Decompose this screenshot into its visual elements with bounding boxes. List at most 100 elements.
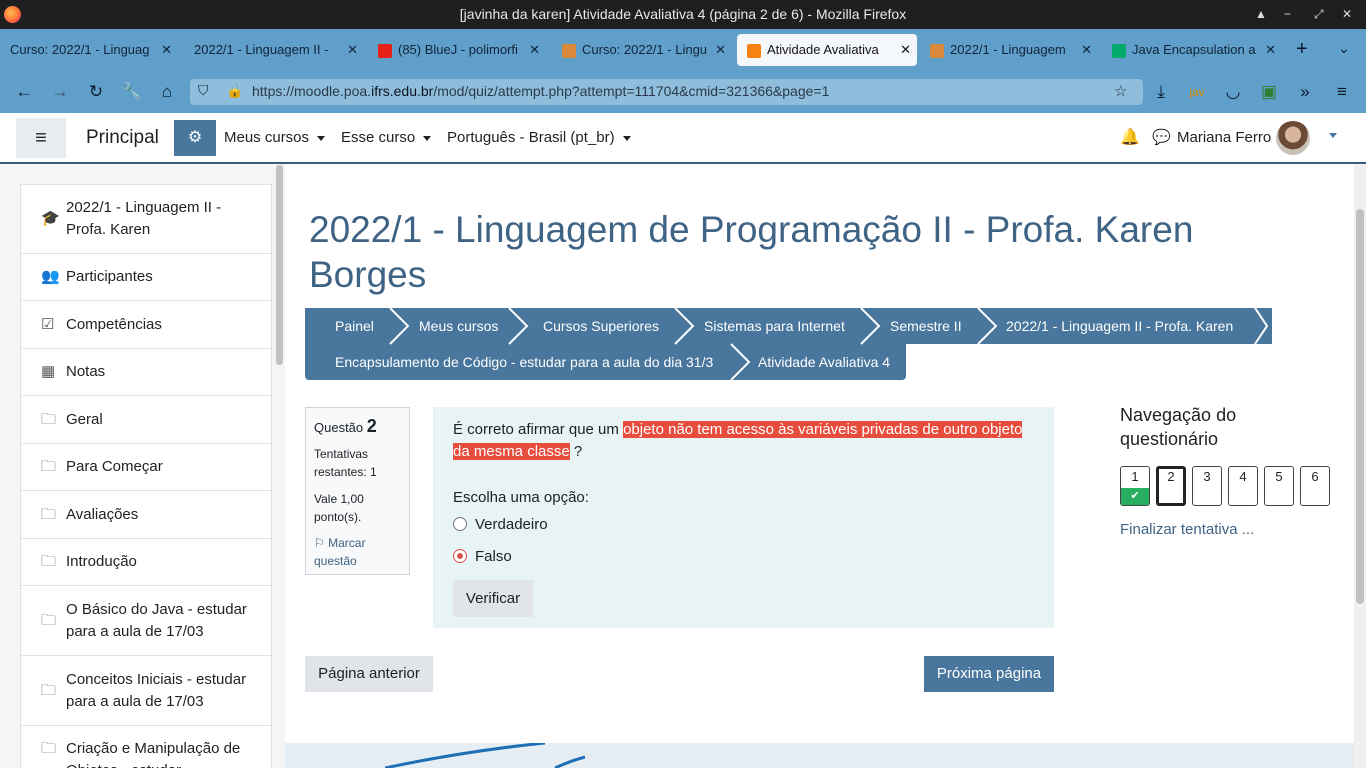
wrench-icon[interactable]: 🔧 — [120, 81, 144, 103]
graduation-cap-icon: 🎓 — [41, 210, 60, 227]
sidebar-item-basico-java[interactable]: 🗀 O Básico do Java - estudar para a aula … — [20, 586, 272, 656]
sidebar-item-course[interactable]: 🎓 2022/1 - Linguagem II - Profa. Karen — [20, 184, 272, 254]
user-name[interactable]: Mariana Ferro — [1177, 129, 1271, 146]
back-icon[interactable]: ← — [12, 81, 36, 103]
url-bar[interactable]: ⛉ 🔒 https://moodle.poa.ifrs.edu.br/mod/q… — [190, 79, 1143, 105]
tab-label: Curso: 2022/1 - Linguag — [10, 42, 150, 57]
avatar[interactable] — [1276, 121, 1310, 155]
sidebar-item-notas[interactable]: ▦ Notas — [20, 349, 272, 396]
sheet-extension-icon[interactable]: ▣ — [1257, 81, 1281, 103]
moodle-cap-icon — [562, 43, 576, 58]
breadcrumb-painel[interactable]: Painel — [335, 308, 374, 344]
sidebar-item-competencias[interactable]: ☑ Competências — [20, 301, 272, 349]
sidebar-item-participantes[interactable]: 👥 Participantes — [20, 254, 272, 301]
extension-jav[interactable]: jav — [1185, 81, 1209, 103]
folder-icon: 🗀 — [41, 553, 57, 570]
option-label: Falso — [475, 548, 512, 565]
forward-icon[interactable]: → — [48, 81, 72, 103]
close-tab-icon[interactable]: ✕ — [1081, 34, 1092, 66]
quiz-nav-q2-current[interactable]: 2 — [1156, 466, 1186, 506]
sidebar-scrollbar[interactable] — [276, 165, 283, 365]
tab-linguagem-1[interactable]: 2022/1 - Linguagem II - ✕ — [184, 34, 364, 66]
menu-meus-cursos[interactable]: Meus cursos — [224, 129, 325, 146]
page-scrollbar-thumb[interactable] — [1356, 209, 1364, 604]
sidebar-item-geral[interactable]: 🗀 Geral — [20, 396, 272, 444]
close-window-icon[interactable]: ✕ — [1342, 0, 1352, 29]
chat-icon[interactable]: 💬 — [1152, 128, 1171, 146]
sidebar-item-criacao-objetos[interactable]: 🗀 Criação e Manipulação de Objetos - estu… — [20, 726, 272, 768]
course-sidebar: 🎓 2022/1 - Linguagem II - Profa. Karen 👥 P… — [0, 164, 285, 768]
radio-falso-selected[interactable] — [453, 549, 467, 563]
finish-attempt-link[interactable]: Finalizar tentativa ... — [1120, 521, 1254, 538]
drawer-toggle-icon[interactable]: ≡ — [16, 118, 66, 158]
shield-icon[interactable]: ⛉ — [198, 82, 209, 99]
folder-icon: 🗀 — [41, 505, 57, 523]
tab-java-encapsulation[interactable]: Java Encapsulation a ✕ — [1102, 34, 1282, 66]
quiz-nav-q4[interactable]: 4 — [1228, 466, 1258, 506]
close-tab-icon[interactable]: ✕ — [900, 34, 911, 66]
sidebar-item-label: Competências — [66, 315, 162, 333]
users-icon: 👥 — [41, 268, 60, 285]
breadcrumb-cursos-superiores[interactable]: Cursos Superiores — [543, 308, 659, 344]
tab-curso-1[interactable]: Curso: 2022/1 - Linguag ✕ — [0, 34, 178, 66]
verify-button[interactable]: Verificar — [453, 580, 533, 617]
menu-language[interactable]: Português - Brasil (pt_br) — [447, 129, 631, 146]
pocket-icon[interactable]: ◡ — [1221, 81, 1245, 103]
option-falso[interactable]: Falso — [453, 548, 512, 565]
close-tab-icon[interactable]: ✕ — [161, 34, 172, 66]
quiz-nav-q5[interactable]: 5 — [1264, 466, 1294, 506]
menu-esse-curso[interactable]: Esse curso — [341, 129, 431, 146]
quiz-nav-q3[interactable]: 3 — [1192, 466, 1222, 506]
tab-atividade-active[interactable]: Atividade Avaliativa ✕ — [737, 34, 917, 66]
reload-icon[interactable]: ↻ — [84, 81, 108, 103]
close-tab-icon[interactable]: ✕ — [347, 34, 358, 66]
close-tab-icon[interactable]: ✕ — [1265, 34, 1276, 66]
flag-question[interactable]: ⚐ Marcar questão — [314, 534, 401, 570]
window-titlebar: [javinha da karen] Atividade Avaliativa … — [0, 0, 1366, 29]
breadcrumb-semestre[interactable]: Semestre II — [890, 308, 962, 344]
url-text[interactable]: https://moodle.poa.ifrs.edu.br/mod/quiz/… — [252, 83, 829, 99]
tab-label: Curso: 2022/1 - Lingu — [582, 42, 708, 57]
breadcrumb-meus-cursos[interactable]: Meus cursos — [419, 308, 498, 344]
user-menu-caret-icon[interactable] — [1329, 133, 1337, 138]
previous-page-button[interactable]: Página anterior — [305, 656, 433, 692]
overflow-chevron-icon[interactable]: » — [1293, 81, 1317, 103]
sidebar-item-para-comecar[interactable]: 🗀 Para Começar — [20, 444, 272, 491]
sidebar-item-conceitos-iniciais[interactable]: 🗀 Conceitos Iniciais - estudar para a aul… — [20, 656, 272, 726]
tab-list-chevron-icon[interactable]: ⌄ — [1338, 40, 1350, 57]
window-shade-icon[interactable]: ▲ — [1255, 0, 1267, 29]
page-scrollbar[interactable] — [1354, 164, 1366, 768]
breadcrumb-atividade[interactable]: Atividade Avaliativa 4 — [758, 344, 890, 380]
close-tab-icon[interactable]: ✕ — [529, 34, 540, 66]
option-verdadeiro[interactable]: Verdadeiro — [453, 516, 548, 533]
download-icon[interactable]: ⤓ — [1149, 81, 1173, 103]
tab-linguagem-2[interactable]: 2022/1 - Linguagem ✕ — [920, 34, 1098, 66]
question-number: Questão 2 — [314, 416, 377, 436]
sidebar-item-label: Avaliações — [66, 505, 139, 523]
next-page-button[interactable]: Próxima página — [924, 656, 1054, 692]
gears-icon[interactable]: ⚙ — [174, 120, 216, 156]
tab-curso-2[interactable]: Curso: 2022/1 - Lingu ✕ — [552, 34, 732, 66]
tab-youtube[interactable]: (85) BlueJ - polimorfi ✕ — [368, 34, 546, 66]
close-tab-icon[interactable]: ✕ — [715, 34, 726, 66]
breadcrumb-course[interactable]: 2022/1 - Linguagem II - Profa. Karen — [1006, 308, 1233, 344]
new-tab-icon[interactable]: + — [1296, 38, 1308, 61]
sidebar-item-introducao[interactable]: 🗀 Introdução — [20, 539, 272, 586]
sidebar-item-avaliacoes[interactable]: 🗀 Avaliações — [20, 491, 272, 539]
question-content: É correto afirmar que um objeto não tem … — [433, 407, 1054, 628]
maximize-icon[interactable]: ⤢ — [1314, 0, 1324, 29]
home-icon[interactable]: ⌂ — [155, 81, 179, 103]
moodle-navbar: ≡ Principal ⚙ Meus cursos Esse curso Por… — [0, 113, 1366, 164]
sidebar-item-label: Participantes — [66, 268, 153, 285]
breadcrumb-encapsulamento[interactable]: Encapsulamento de Código - estudar para … — [335, 344, 713, 380]
bookmark-star-icon[interactable]: ☆ — [1114, 82, 1127, 100]
bell-icon[interactable]: 🔔 — [1120, 127, 1140, 147]
breadcrumb-sistemas-internet[interactable]: Sistemas para Internet — [704, 308, 845, 344]
quiz-nav-q1[interactable]: 1 ✔ — [1120, 466, 1150, 506]
quiz-nav-q6[interactable]: 6 — [1300, 466, 1330, 506]
hamburger-menu-icon[interactable]: ≡ — [1330, 81, 1354, 103]
radio-verdadeiro[interactable] — [453, 517, 467, 531]
site-brand[interactable]: Principal — [86, 127, 159, 149]
lock-icon[interactable]: 🔒 — [226, 82, 243, 99]
minimize-icon[interactable]: − — [1284, 0, 1291, 29]
